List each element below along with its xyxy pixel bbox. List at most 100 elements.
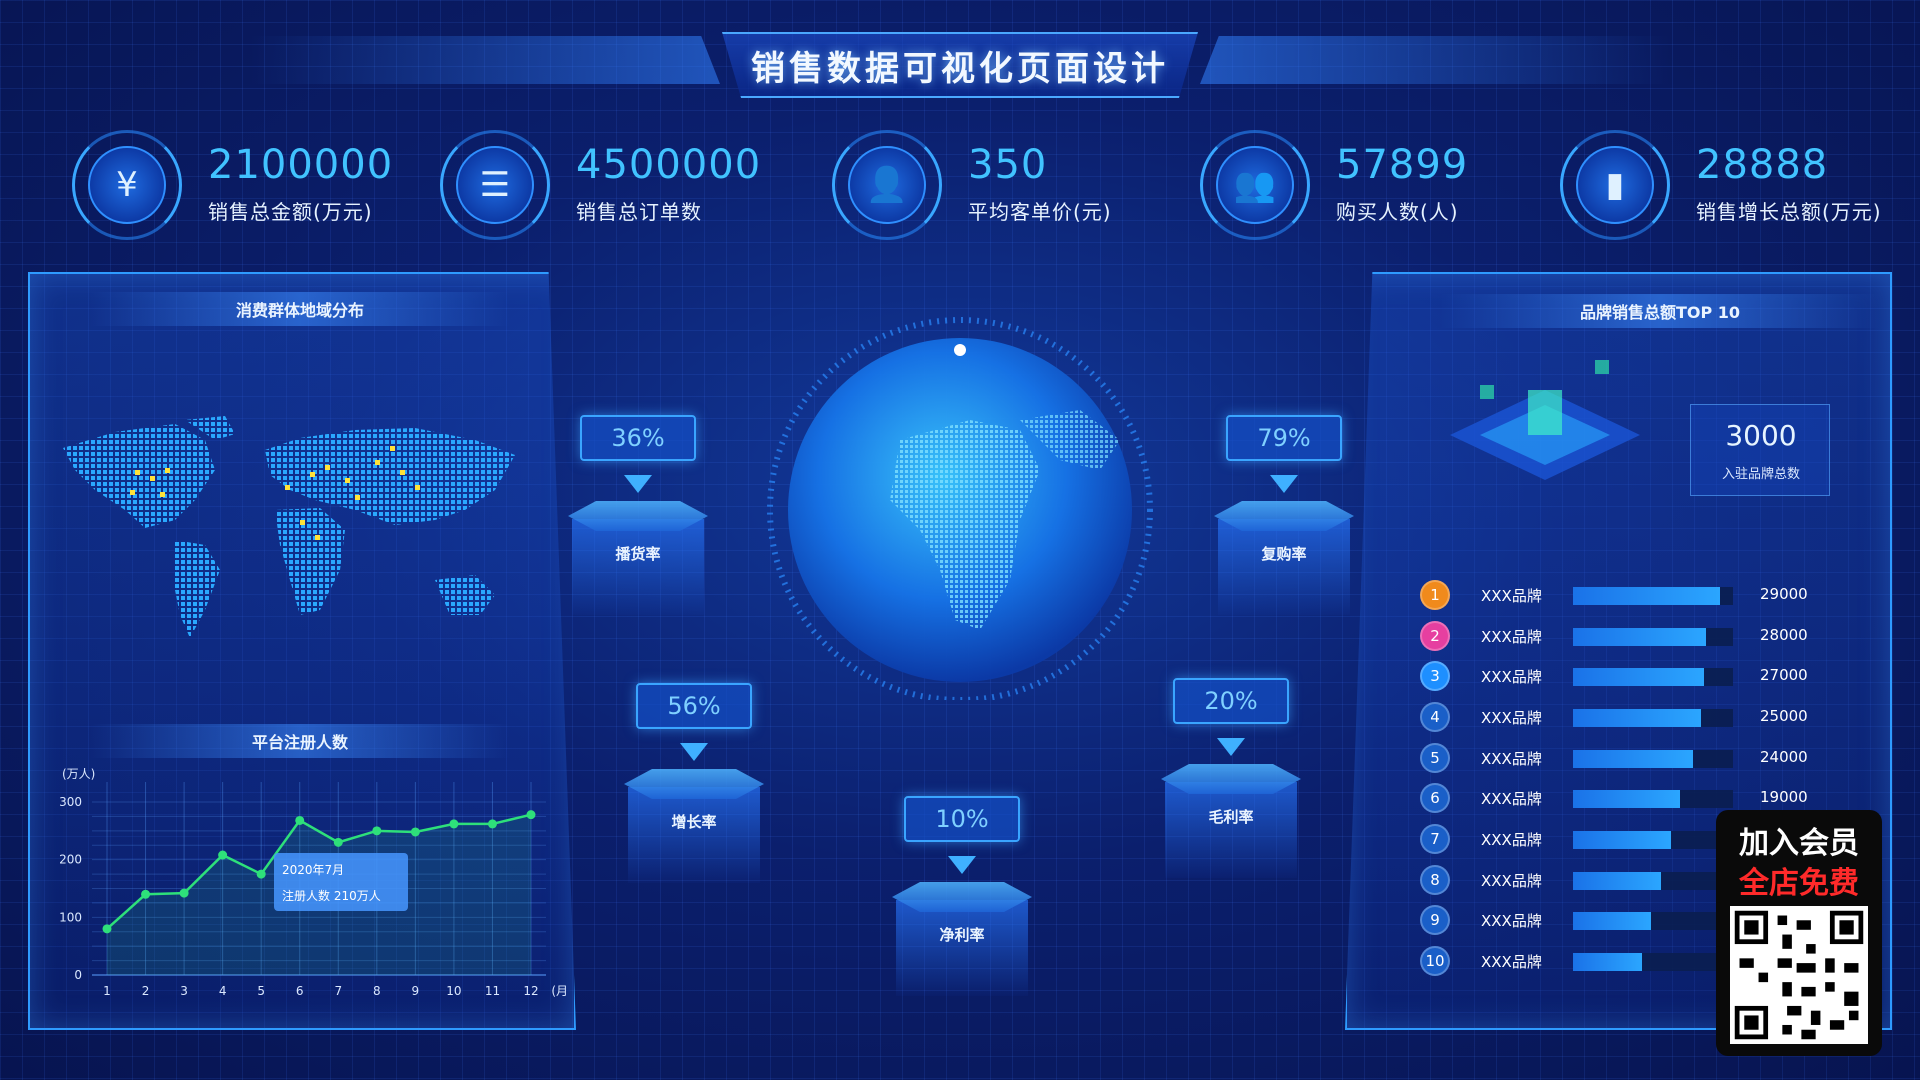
header: 销售数据可视化页面设计 xyxy=(0,0,1920,110)
metric-percent: 10% xyxy=(904,796,1020,842)
metric-label: 毛利率 xyxy=(1208,808,1254,826)
brand-name: XXX品牌 xyxy=(1481,587,1542,605)
y-tick-label: 300 xyxy=(59,795,82,809)
y-unit-label: (万人) xyxy=(62,767,95,781)
tooltip-value: 注册人数 210万人 xyxy=(282,889,381,903)
hexagon-base xyxy=(1214,501,1354,531)
brand-value: 28000 xyxy=(1760,626,1808,644)
x-unit-label: (月) xyxy=(551,984,566,998)
user-icon: 👤 xyxy=(848,146,926,224)
brand-bar-track xyxy=(1573,750,1733,768)
brand-bar-track xyxy=(1573,709,1733,727)
stat-buyers: 👥 57899 购买人数(人) xyxy=(1200,130,1540,240)
brand-rank-row: 3 XXX品牌 27000 xyxy=(1420,659,1900,693)
brand-value: 19000 xyxy=(1760,788,1808,806)
brand-bar-fill xyxy=(1573,790,1681,808)
brand-bar-fill xyxy=(1573,668,1705,686)
chart-point xyxy=(295,815,305,825)
brand-total-label: 入驻品牌总数 xyxy=(1721,467,1800,482)
brand-bar-track xyxy=(1573,953,1733,971)
metric-percent: 20% xyxy=(1173,678,1289,724)
rank-badge: 2 xyxy=(1420,621,1450,651)
brand-name: XXX品牌 xyxy=(1481,831,1542,849)
brand-rank-row: 4 XXX品牌 25000 xyxy=(1420,700,1900,734)
metric-repurchase-rate: 79% 复购率 xyxy=(1214,415,1354,615)
arrow-down-icon xyxy=(680,743,708,761)
promo-badge[interactable]: 加入会员 全店免费 xyxy=(1716,810,1882,1056)
brand-bar-track xyxy=(1573,831,1733,849)
brand-bar-fill xyxy=(1573,709,1701,727)
rank-badge: 6 xyxy=(1420,783,1450,813)
y-tick-label: 200 xyxy=(59,853,82,867)
stat-avg-price: 👤 350 平均客单价(元) xyxy=(832,130,1172,240)
chart-point xyxy=(102,924,112,934)
brand-bar-track xyxy=(1573,668,1733,686)
metric-pillar xyxy=(896,900,1028,996)
globe-icon xyxy=(767,317,1153,700)
brand-name: XXX品牌 xyxy=(1481,628,1542,646)
metric-net-margin: 10% 净利率 xyxy=(892,796,1032,996)
brand-total-value: 3000 xyxy=(1725,419,1797,452)
brand-bar-track xyxy=(1573,872,1733,890)
x-tick-label: 10 xyxy=(446,984,461,998)
metric-pillar xyxy=(628,787,760,883)
y-tick-label: 0 xyxy=(74,968,82,982)
stat-total-orders: ☰ 4500000 销售总订单数 xyxy=(440,130,780,240)
brand-name: XXX品牌 xyxy=(1481,912,1542,930)
brand-value: 27000 xyxy=(1760,666,1808,684)
map-title: 消费群体地域分布 xyxy=(90,292,510,326)
brand-bar-fill xyxy=(1573,831,1671,849)
x-tick-label: 3 xyxy=(180,984,188,998)
brand-bar-fill xyxy=(1573,872,1661,890)
brand-top10-title: 品牌销售总额TOP 10 xyxy=(1440,294,1880,328)
metric-gross-margin: 20% 毛利率 xyxy=(1161,678,1301,878)
brand-name: XXX品牌 xyxy=(1481,872,1542,890)
hexagon-base xyxy=(624,769,764,799)
x-tick-label: 4 xyxy=(219,984,227,998)
world-map xyxy=(63,416,515,638)
brand-name: XXX品牌 xyxy=(1481,709,1542,727)
chart-point xyxy=(487,819,497,829)
chart-point xyxy=(526,810,536,820)
stat-total-sales: ¥ 2100000 销售总金额(万元) xyxy=(72,130,412,240)
rank-badge: 7 xyxy=(1420,824,1450,854)
brand-bar-fill xyxy=(1573,628,1706,646)
brand-bar-fill xyxy=(1573,587,1721,605)
brand-value: 29000 xyxy=(1760,585,1808,603)
arrow-down-icon xyxy=(624,475,652,493)
brand-bar-track xyxy=(1573,587,1733,605)
metric-label: 净利率 xyxy=(939,926,985,944)
metric-pillar xyxy=(1218,519,1350,615)
rank-badge: 8 xyxy=(1420,865,1450,895)
brand-bar-track xyxy=(1573,912,1733,930)
stat-label: 销售增长总额(万元) xyxy=(1696,200,1882,224)
x-tick-label: 9 xyxy=(412,984,420,998)
promo-line-2: 全店免费 xyxy=(1739,866,1859,901)
header-left-wing xyxy=(250,36,720,84)
brand-bar-track xyxy=(1573,628,1733,646)
brand-total-box: 3000 入驻品牌总数 xyxy=(1690,404,1830,496)
stat-growth: ▮ 28888 销售增长总额(万元) xyxy=(1560,130,1900,240)
x-tick-label: 1 xyxy=(103,984,111,998)
qr-code-icon[interactable] xyxy=(1730,906,1868,1044)
clipboard-icon: ☰ xyxy=(456,146,534,224)
metric-label: 增长率 xyxy=(671,813,717,831)
metric-label: 复购率 xyxy=(1261,545,1307,563)
metric-label: 播货率 xyxy=(615,545,661,563)
stat-value: 4500000 xyxy=(576,142,762,188)
chart-point xyxy=(372,826,382,836)
brand-value: 24000 xyxy=(1760,748,1808,766)
brand-bar-track xyxy=(1573,790,1733,808)
x-tick-label: 5 xyxy=(257,984,265,998)
chart-point xyxy=(141,889,151,899)
hexagon-base xyxy=(1161,764,1301,794)
chart-title: 平台注册人数 xyxy=(90,724,510,758)
header-right-wing xyxy=(1200,36,1670,84)
rank-badge: 3 xyxy=(1420,661,1450,691)
metric-percent: 36% xyxy=(580,415,696,461)
x-tick-label: 2 xyxy=(142,984,150,998)
promo-line-1: 加入会员 xyxy=(1739,826,1859,861)
stat-value: 350 xyxy=(968,142,1048,188)
bar-chart-icon: ▮ xyxy=(1576,146,1654,224)
chart-point xyxy=(333,837,343,847)
